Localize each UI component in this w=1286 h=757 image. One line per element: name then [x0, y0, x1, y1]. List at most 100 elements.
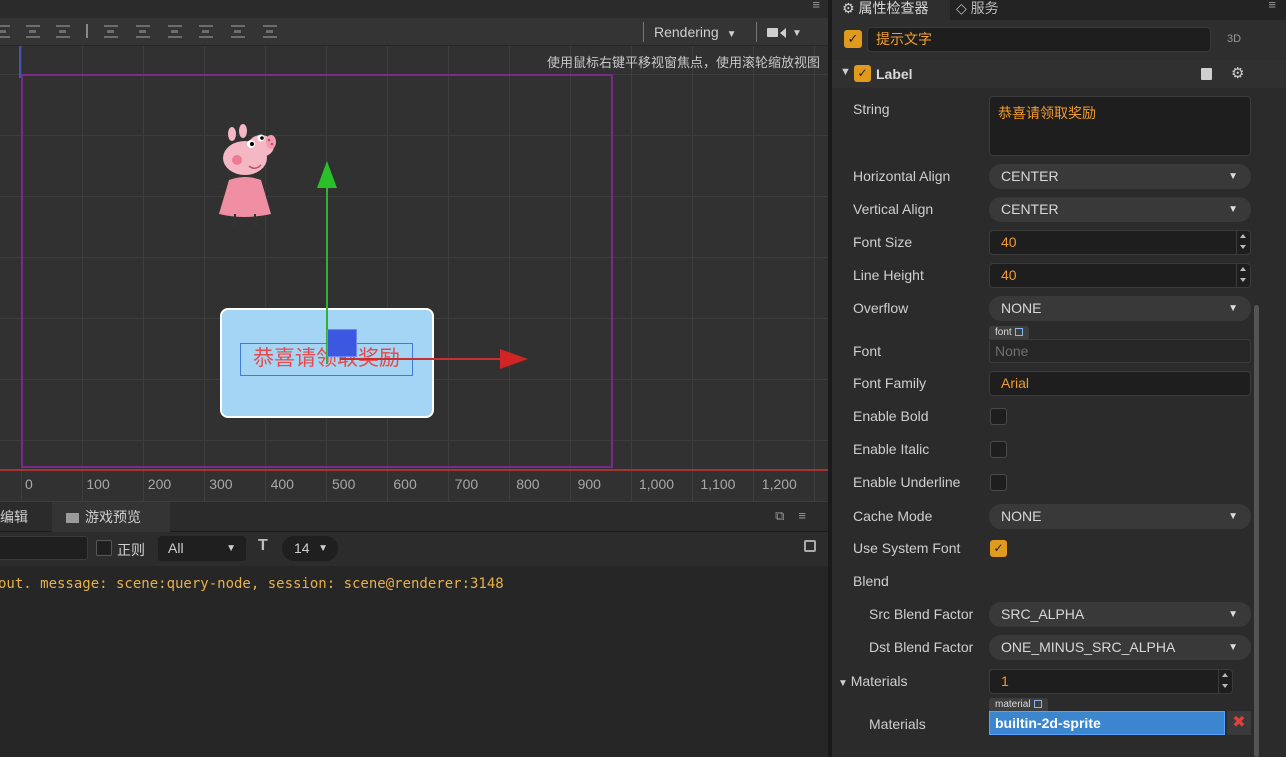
service-icon: ◇	[956, 0, 971, 16]
cache-mode-select[interactable]: NONE ▼	[989, 504, 1251, 529]
node-name-input[interactable]: 提示文字	[867, 27, 1211, 52]
prop-label: Dst Blend Factor	[869, 639, 974, 655]
ruler-tick-label: 0	[25, 476, 33, 492]
prop-label: Line Height	[853, 267, 924, 283]
overflow-select[interactable]: NONE ▼	[989, 296, 1251, 321]
string-textarea[interactable]: 恭喜请领取奖励	[989, 96, 1251, 156]
align-top-icon[interactable]	[104, 25, 118, 38]
tab-inspector-label: 属性检查器	[858, 0, 929, 16]
camera-dropdown[interactable]: ▼	[756, 22, 802, 42]
inspector-menu-icon[interactable]: ≡	[1268, 0, 1276, 12]
align-hcenter-icon[interactable]	[26, 25, 40, 38]
label-component-header[interactable]: ▼ ✓ Label ⚙	[832, 60, 1286, 88]
prop-label: ▼ Materials	[838, 673, 908, 689]
scene-header: ≡	[0, 0, 828, 18]
font-family-input[interactable]: Arial	[989, 371, 1251, 396]
material-asset-field[interactable]: builtin-2d-sprite	[989, 711, 1225, 735]
chevron-down-icon: ▼	[1228, 204, 1238, 215]
use-system-font-checkbox[interactable]: ✓	[990, 540, 1007, 557]
font-size-input[interactable]: 40	[989, 230, 1251, 255]
align-left-icon[interactable]	[0, 25, 10, 38]
scene-toolbar: Rendering ▼ ▼	[0, 18, 828, 46]
scene-menu-icon[interactable]: ≡	[812, 0, 820, 12]
distribute-right-icon[interactable]	[263, 25, 277, 38]
gear-icon: ⚙	[842, 0, 859, 16]
prop-label: Font Family	[853, 375, 927, 391]
align-right-icon[interactable]	[56, 25, 70, 38]
chevron-down-icon: ▼	[1228, 303, 1238, 314]
src-blend-select[interactable]: SRC_ALPHA ▼	[989, 602, 1251, 627]
gizmo-x-arrow-icon[interactable]	[500, 349, 528, 369]
node-active-checkbox[interactable]: ✓	[844, 30, 862, 48]
stepper-icon[interactable]	[1236, 264, 1250, 287]
gizmo-y-arrow-icon[interactable]	[317, 161, 337, 188]
gizmo-center-handle[interactable]	[327, 329, 357, 357]
collapse-arrow-icon[interactable]: ▼	[840, 66, 851, 78]
tab-editor[interactable]: 编辑器	[0, 502, 52, 555]
prop-label: String	[853, 101, 890, 117]
chevron-down-icon: ▼	[1228, 511, 1238, 522]
external-link-icon[interactable]	[1033, 700, 1042, 709]
tab-service[interactable]: ◇ 服务	[956, 0, 999, 20]
log-level-select[interactable]: All ▼	[158, 536, 246, 561]
collapse-arrow-icon[interactable]: ▼	[838, 678, 851, 689]
material-asset-badge: material	[989, 698, 1048, 711]
regex-label: 正则	[117, 542, 145, 558]
font-size-select[interactable]: 14 ▼	[282, 536, 338, 561]
align-vcenter-icon[interactable]	[136, 25, 150, 38]
component-title: Label	[876, 66, 913, 82]
log-level-value: All	[168, 540, 184, 556]
enable-underline-checkbox[interactable]	[990, 474, 1007, 491]
tab-service-label: 服务	[970, 0, 999, 16]
console-panel-icons: ⧉≡	[775, 508, 820, 524]
distribute-left-icon[interactable]	[199, 25, 213, 38]
font-asset-field[interactable]: None	[989, 339, 1251, 363]
horizontal-align-select[interactable]: CENTER ▼	[989, 164, 1251, 189]
component-gear-icon[interactable]: ⚙	[1231, 64, 1244, 82]
component-enabled-checkbox[interactable]: ✓	[854, 65, 871, 82]
dst-blend-select[interactable]: ONE_MINUS_SRC_ALPHA ▼	[989, 635, 1251, 660]
distribute-center-icon[interactable]	[231, 25, 245, 38]
clear-console-button[interactable]	[804, 540, 816, 552]
line-height-input[interactable]: 40	[989, 263, 1251, 288]
materials-count-input[interactable]: 1	[989, 669, 1233, 694]
vertical-align-select[interactable]: CENTER ▼	[989, 197, 1251, 222]
remove-material-button[interactable]: ✖	[1227, 711, 1251, 735]
regex-checkbox[interactable]	[96, 540, 112, 556]
gizmo-x-axis[interactable]	[340, 358, 504, 360]
inspector-scrollbar[interactable]	[1254, 305, 1259, 757]
node-3d-toggle[interactable]: 3D	[1227, 33, 1241, 45]
tab-inspector[interactable]: ⚙ 属性检查器	[832, 0, 950, 20]
console-filter-input[interactable]	[0, 536, 88, 560]
console-toolbar: 正则 All ▼ T 14 ▼	[0, 532, 828, 566]
video-camera-icon	[66, 513, 79, 524]
align-bottom-icon[interactable]	[168, 25, 182, 38]
prop-label: Horizontal Align	[853, 168, 951, 184]
enable-italic-checkbox[interactable]	[990, 441, 1007, 458]
editor-window: ≡ Rendering ▼ ▼ 使用鼠标右键平移视窗焦点，使用滚轮缩放视图 0 …	[0, 0, 1286, 757]
rendering-dropdown[interactable]: Rendering ▼	[643, 22, 737, 42]
maximize-icon[interactable]: ⧉	[775, 508, 798, 523]
tab-game-preview[interactable]: 游戏预览	[52, 502, 170, 532]
viewport-hint: 使用鼠标右键平移视窗焦点，使用滚轮缩放视图	[546, 55, 820, 70]
enable-bold-checkbox[interactable]	[990, 408, 1007, 425]
stepper-icon[interactable]	[1218, 670, 1232, 693]
chevron-down-icon: ▼	[792, 28, 802, 39]
stepper-icon[interactable]	[1236, 231, 1250, 254]
peppa-pig-sprite[interactable]	[205, 122, 285, 226]
scene-panel: ≡ Rendering ▼ ▼ 使用鼠标右键平移视窗焦点，使用滚轮缩放视图 0 …	[0, 0, 828, 502]
external-link-icon[interactable]	[1014, 328, 1023, 337]
ruler-tick-label: 100	[86, 476, 110, 492]
prop-label: Enable Underline	[853, 474, 961, 490]
scene-viewport[interactable]: 使用鼠标右键平移视窗焦点，使用滚轮缩放视图 0 100 200 300 400 500 60…	[0, 46, 828, 502]
chevron-down-icon: ▼	[1228, 609, 1238, 620]
prop-label: Blend	[853, 573, 889, 589]
prop-label: Use System Font	[853, 540, 961, 556]
prop-label: Cache Mode	[853, 508, 933, 524]
x-ruler: 0 100 200 300 400 500 600 700 800 900 1,000 1,100 1,…	[0, 472, 828, 496]
prop-label: Font Size	[853, 234, 913, 250]
panel-menu-icon[interactable]: ≡	[798, 508, 820, 523]
ruler-tick-label: 1,200	[761, 476, 797, 492]
help-doc-icon[interactable]	[1201, 68, 1212, 80]
prop-label: Vertical Align	[853, 201, 934, 217]
